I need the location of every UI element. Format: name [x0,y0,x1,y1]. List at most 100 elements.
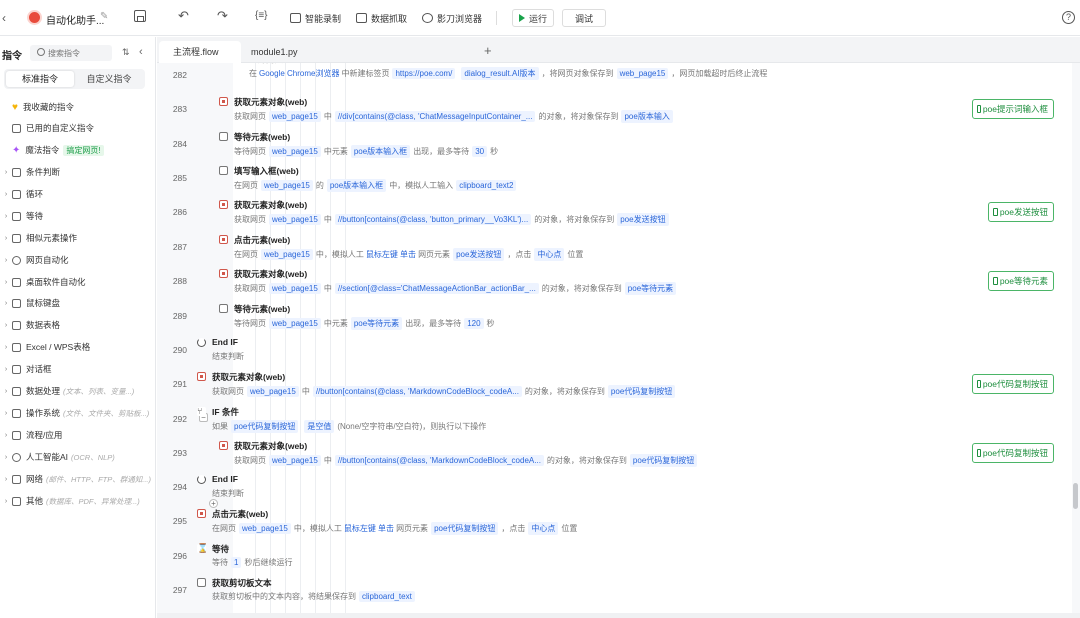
variable-chip[interactable]: poe代码复制按钮 [231,420,299,433]
chevron-right-icon[interactable]: › [0,410,12,417]
variable-chip[interactable]: web_page15 [269,111,321,122]
variable-chip[interactable]: //div[contains(@class, 'ChatMessageInput… [334,111,536,122]
variable-chip[interactable]: 1 [231,557,242,568]
sort-icon[interactable]: ⇅ [122,47,130,58]
element-tag-button[interactable]: poe代码复制按钮 [972,374,1054,394]
variable-chip[interactable]: poe版本输入 [621,110,673,123]
chevron-right-icon[interactable]: › [0,388,12,395]
sidebar-item-favorites[interactable]: ♥ 我收藏的指令 [0,99,156,115]
redo-icon[interactable]: ↷ [217,9,228,23]
run-button[interactable]: 运行 [512,9,554,27]
sidebar-group-item[interactable]: › 人工智能AI (OCR、NLP) [0,449,156,465]
variable-chip[interactable]: poe等待元素 [624,282,677,295]
chevron-right-icon[interactable]: › [0,498,12,505]
collapse-sidebar-icon[interactable]: ‹ [139,46,143,58]
sidebar-group-item[interactable]: › 流程/应用 [0,427,156,443]
flow-step[interactable]: 点击元素(web) 在网页 web_page15 中，模拟人工 鼠标左键 单击 网页元素 p… [197,508,797,538]
sidebar-group-item[interactable]: › 等待 [0,208,156,224]
tab-standard-commands[interactable]: 标准指令 [6,71,74,87]
flow-step[interactable]: 打开网页在Google Chrome浏览器中新建标签页https://poe.c… [234,63,834,83]
element-tag-button[interactable]: poe提示词输入框 [972,99,1054,119]
chevron-right-icon[interactable]: › [0,235,12,242]
variable-chip[interactable]: web_page15 [261,249,313,260]
variable-chip[interactable]: https://poe.com/ [392,68,456,79]
variable-chip[interactable]: clipboard_text [359,591,415,602]
flow-step[interactable]: 等待元素(web) 等待网页 web_page15 中元素 poe等待元素 出现，最多等待… [219,303,819,333]
add-tab-icon[interactable]: + [484,41,492,61]
flow-step[interactable]: 点击元素(web) 在网页 web_page15 中，模拟人工 鼠标左键 单击 网页元素 p… [219,234,819,264]
variable-chip[interactable]: poe版本输入框 [350,145,411,158]
flow-step[interactable]: 获取元素对象(web) 获取网页 web_page15 中//button[conta… [219,199,819,229]
variable-chip[interactable]: web_page15 [239,523,291,534]
horizontal-scrollbar[interactable] [157,613,1080,618]
sidebar-group-item[interactable]: › 循环 [0,186,156,202]
variable-chip[interactable]: Google Chrome浏览器 [259,68,339,79]
variable-chip[interactable]: web_page15 [247,386,299,397]
debug-button[interactable]: 调试 [562,9,606,27]
flow-step[interactable]: 获取元素对象(web) 获取网页 web_page15 中//button[conta… [219,440,819,470]
element-tag-button[interactable]: poe代码复制按钮 [972,443,1054,463]
smart-record-button[interactable]: 智能录制 [290,9,341,27]
data-capture-button[interactable]: 数据抓取 [356,9,407,27]
chevron-right-icon[interactable]: › [0,300,12,307]
undo-icon[interactable]: ↶ [178,9,189,23]
variable-chip[interactable]: dialog_result.AI版本 [461,67,539,80]
flow-step[interactable]: ⑂ IF 条件 如果 poe代码复制按钮 是空值 (None/空字符串/空白符)，则执行以… [197,406,797,436]
variable-chip[interactable]: poe发送按钮 [453,248,505,261]
sidebar-item-magic[interactable]: ✦ 魔法指令 搞定网页! [0,142,156,158]
flow-step[interactable]: 填写输入框(web) 在网页 web_page15 的 poe版本输入框 中，模拟人工输入… [219,165,819,195]
help-icon[interactable]: ? [1062,11,1075,24]
element-tag-button[interactable]: poe等待元素 [988,271,1054,291]
variable-chip[interactable]: //button[contains(@class, 'MarkdownCodeB… [312,386,522,397]
sidebar-group-item[interactable]: › 桌面软件自动化 [0,274,156,290]
variable-chip[interactable]: web_page15 [261,180,313,191]
tab-module1[interactable]: module1.py [237,41,317,63]
sidebar-group-item[interactable]: › Excel / WPS表格 [0,339,156,355]
chevron-right-icon[interactable]: › [0,169,12,176]
flow-step[interactable]: 等待元素(web) 等待网页 web_page15 中元素 poe版本输入框 出现，最多等… [219,131,819,161]
variable-chip[interactable]: 中心点 [534,248,565,261]
tab-custom-commands[interactable]: 自定义指令 [75,71,143,87]
element-tag-button[interactable]: poe发送按钮 [988,202,1054,222]
variable-chip[interactable]: poe版本输入框 [326,179,387,192]
variable-chip[interactable]: web_page15 [269,455,321,466]
flow-step[interactable]: 获取剪切板文本 获取剪切板中的文本内容，将结果保存到 clipboard_text [197,577,797,607]
sidebar-group-item[interactable]: › 对话框 [0,361,156,377]
edit-title-icon[interactable]: ✎ [100,11,108,22]
chevron-right-icon[interactable]: › [0,366,12,373]
sidebar-group-item[interactable]: › 其他 (数据库、PDF、异常处理...) [0,493,156,509]
variable-chip[interactable]: poe代码复制按钮 [431,522,499,535]
shadow-browser-button[interactable]: 影刀浏览器 [422,9,482,27]
sidebar-group-item[interactable]: › 条件判断 [0,164,156,180]
flow-step[interactable]: End IF 结束判断 [197,337,797,367]
flow-step[interactable]: 获取元素对象(web) 获取网页 web_page15 中//div[contains… [219,96,819,126]
chevron-right-icon[interactable]: › [0,454,12,461]
tab-main-flow[interactable]: 主流程.flow [159,41,241,63]
variable-chip[interactable]: poe代码复制按钮 [607,385,676,398]
sidebar-group-item[interactable]: › 鼠标键盘 [0,295,156,311]
vertical-scrollbar[interactable] [1072,63,1080,613]
chevron-right-icon[interactable]: › [0,191,12,198]
flow-step[interactable]: ⌛ 等待 等待 1 秒后继续运行 [197,543,797,573]
variable-chip[interactable]: //button[contains(@class, 'MarkdownCodeB… [334,455,544,466]
variable-chip[interactable]: 鼠标左键 单击 [366,249,416,260]
sidebar-group-item[interactable]: › 操作系统 (文件、文件夹、剪贴板...) [0,405,156,421]
variable-chip[interactable]: 120 [464,318,484,329]
variables-icon[interactable]: {≡} [255,9,268,23]
chevron-right-icon[interactable]: › [0,213,12,220]
chevron-right-icon[interactable]: › [0,279,12,286]
flow-step[interactable]: 获取元素对象(web) 获取网页 web_page15 中//button[conta… [197,371,797,401]
variable-chip[interactable]: poe代码复制按钮 [629,454,698,467]
variable-chip[interactable]: web_page15 [616,68,669,79]
sidebar-group-item[interactable]: › 网页自动化 [0,252,156,268]
variable-chip[interactable]: //section[@class='ChatMessageActionBar_a… [334,283,539,294]
save-icon[interactable] [134,10,146,22]
variable-chip[interactable]: //button[contains(@class, 'button_primar… [334,214,532,225]
variable-chip[interactable]: 中心点 [528,522,559,535]
sidebar-group-item[interactable]: › 数据处理 (文本、列表、变量...) [0,383,156,399]
variable-chip[interactable]: 30 [472,146,488,157]
sidebar-item-used-custom[interactable]: 已用的自定义指令 [0,120,156,136]
chevron-right-icon[interactable]: › [0,322,12,329]
chevron-right-icon[interactable]: › [0,476,12,483]
variable-chip[interactable]: poe发送按钮 [617,213,669,226]
